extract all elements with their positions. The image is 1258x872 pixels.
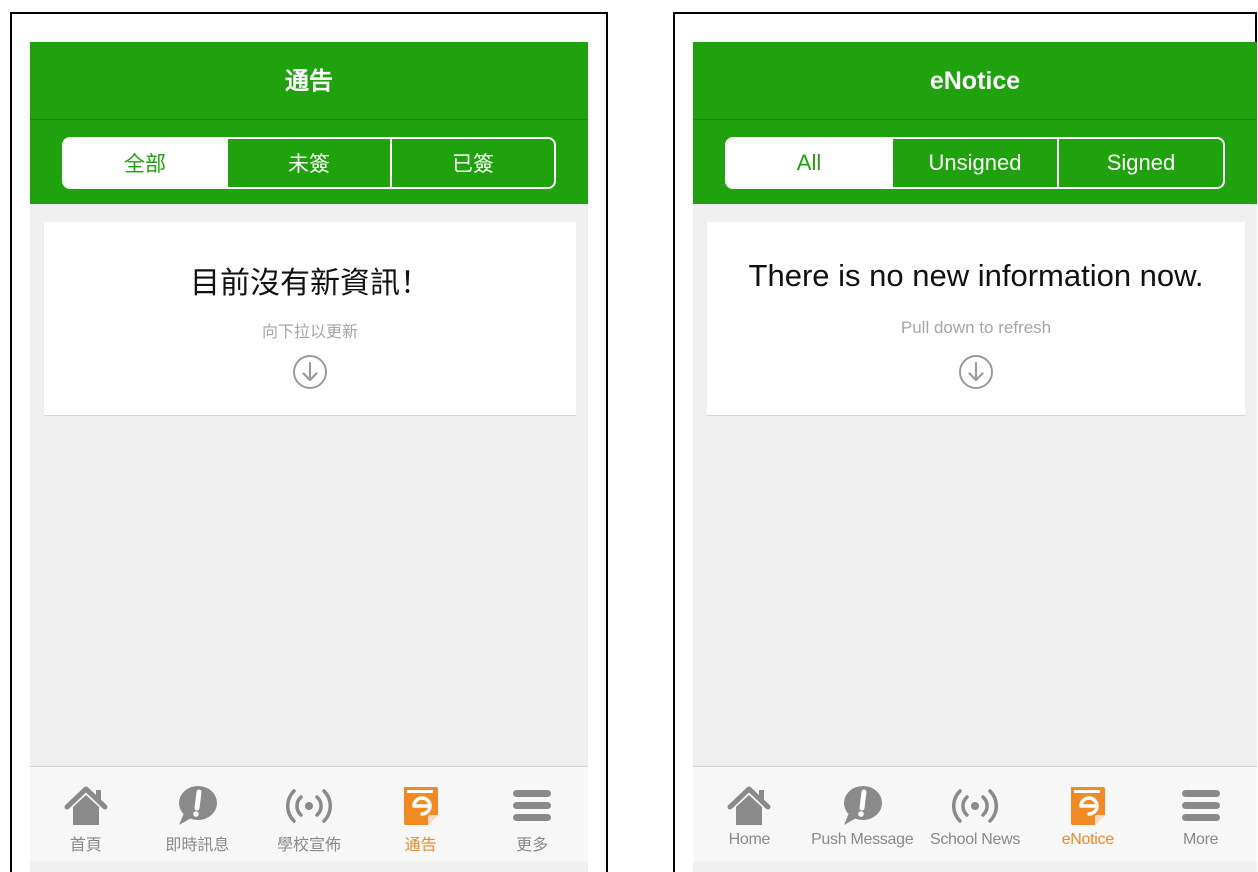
empty-state-card: 目前沒有新資訊！ 向下拉以更新 xyxy=(44,222,576,416)
tab-school-news[interactable]: School News xyxy=(919,767,1032,862)
tab-bar: 首頁 即時訊息 學校宣佈 通告 更多 xyxy=(30,766,588,862)
tab-label: 更多 xyxy=(516,835,549,854)
segment-all[interactable]: 全部 xyxy=(64,139,228,187)
broadcast-icon xyxy=(286,789,332,823)
segment-signed[interactable]: 已簽 xyxy=(392,139,554,187)
broadcast-icon xyxy=(952,789,998,823)
screenshot-frame-english: eNotice All Unsigned Signed There is no … xyxy=(673,12,1257,872)
refresh-hint: 向下拉以更新 xyxy=(261,322,358,341)
menu-icon xyxy=(1181,790,1220,821)
arrow-down-circle-icon xyxy=(959,355,993,389)
menu-icon xyxy=(513,790,552,821)
segment-unsigned[interactable]: 未簽 xyxy=(228,139,392,187)
tab-push-message[interactable]: 即時訊息 xyxy=(142,767,254,862)
segment-unsigned[interactable]: Unsigned xyxy=(893,139,1059,187)
screenshot-frame-chinese: 通告 全部 未簽 已簽 目前沒有新資訊！ 向下拉以更新 首頁 即時訊息 學校宣佈… xyxy=(10,12,608,872)
tab-home[interactable]: 首頁 xyxy=(30,767,142,862)
navigation-bar: 通告 xyxy=(30,42,588,120)
tab-school-news[interactable]: 學校宣佈 xyxy=(253,767,365,862)
exclamation-bubble-icon xyxy=(179,786,218,825)
tab-enotice[interactable]: 通告 xyxy=(365,767,477,862)
arrow-down-circle-icon xyxy=(293,355,327,389)
app-screen: eNotice All Unsigned Signed There is no … xyxy=(693,42,1257,872)
empty-message: There is no new information now. xyxy=(748,258,1204,293)
tab-label: More xyxy=(1182,831,1219,848)
refresh-hint: Pull down to refresh xyxy=(900,318,1052,337)
empty-state-card: There is no new information now. Pull do… xyxy=(707,222,1245,416)
tab-push-message[interactable]: Push Message xyxy=(806,767,919,862)
segment-signed[interactable]: Signed xyxy=(1059,139,1223,187)
page-title: eNotice xyxy=(929,67,1021,95)
enotice-icon xyxy=(1070,787,1105,825)
app-screen: 通告 全部 未簽 已簽 目前沒有新資訊！ 向下拉以更新 首頁 即時訊息 學校宣佈… xyxy=(30,42,588,872)
segment-all[interactable]: All xyxy=(727,139,893,187)
enotice-icon xyxy=(403,787,438,825)
filter-bar: All Unsigned Signed xyxy=(693,120,1257,204)
home-icon xyxy=(64,786,108,825)
tab-bar: Home Push Message School News eNotice Mo… xyxy=(693,766,1257,862)
filter-bar: 全部 未簽 已簽 xyxy=(30,120,588,204)
tab-enotice[interactable]: eNotice xyxy=(1031,767,1144,862)
tab-more[interactable]: 更多 xyxy=(476,767,588,862)
segmented-control: All Unsigned Signed xyxy=(725,137,1225,189)
segmented-control: 全部 未簽 已簽 xyxy=(62,137,556,189)
home-icon xyxy=(727,786,771,825)
navigation-bar: eNotice xyxy=(693,42,1257,120)
page-title: 通告 xyxy=(285,67,333,95)
exclamation-bubble-icon xyxy=(844,786,883,825)
tab-home[interactable]: Home xyxy=(693,767,806,862)
empty-message: 目前沒有新資訊！ xyxy=(190,266,430,301)
tab-more[interactable]: More xyxy=(1144,767,1257,862)
